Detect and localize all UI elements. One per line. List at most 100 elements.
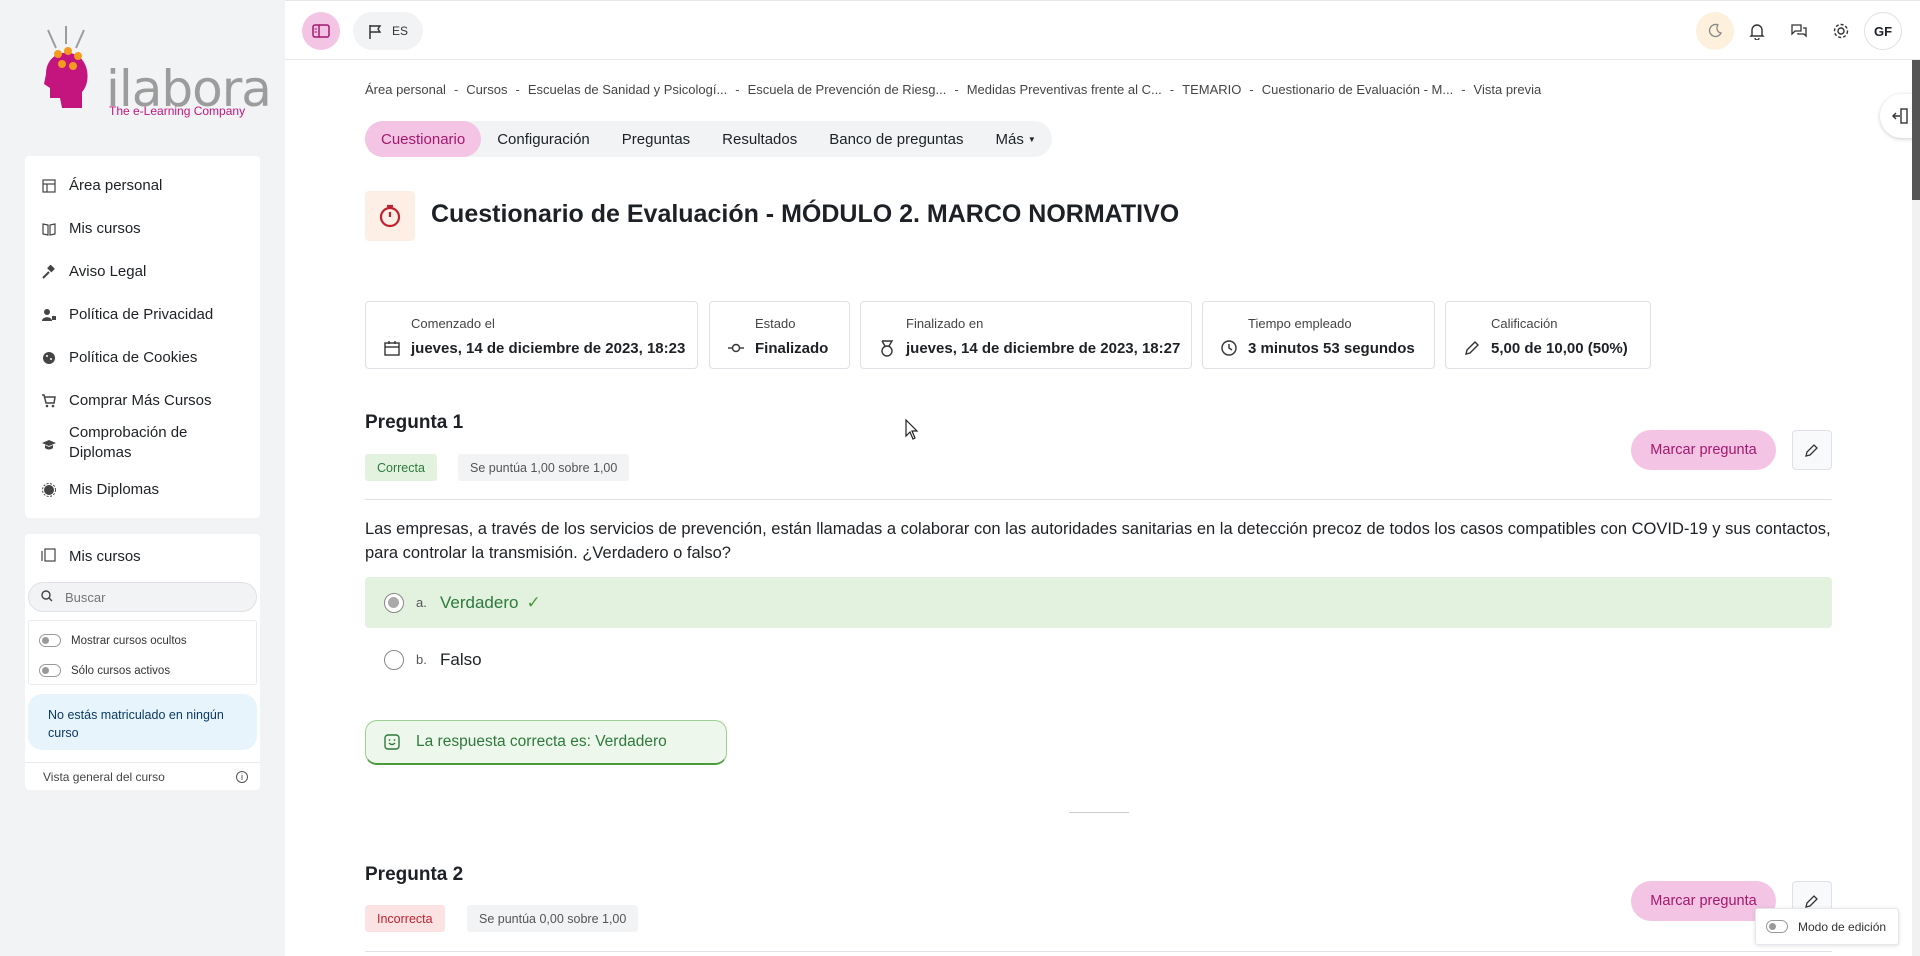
summary-value: jueves, 14 de diciembre de 2023, 18:27 bbox=[906, 340, 1181, 357]
question-1-option-b[interactable]: b. Falso bbox=[365, 634, 1832, 685]
question-1-text: Las empresas, a través de los servicios … bbox=[365, 520, 1831, 562]
question-1-status-badge: Correcta bbox=[365, 454, 437, 481]
nav-item-mis-cursos[interactable]: Mis cursos bbox=[25, 213, 260, 245]
summary-value: Finalizado bbox=[755, 340, 829, 357]
book-icon bbox=[41, 221, 57, 237]
feedback-text: La respuesta correcta es: Verdadero bbox=[416, 733, 667, 750]
filter-active-courses[interactable]: Sólo cursos activos bbox=[39, 664, 170, 677]
breadcrumb-separator: - bbox=[1169, 82, 1175, 97]
tab-configuracion[interactable]: Configuración bbox=[481, 121, 606, 157]
calendar-icon bbox=[383, 339, 401, 357]
search-icon bbox=[41, 589, 55, 605]
toggle-switch[interactable] bbox=[1766, 920, 1788, 933]
tab-mas[interactable]: Más ▼ bbox=[980, 121, 1052, 157]
option-text: Falso bbox=[440, 649, 482, 669]
option-text: Verdadero bbox=[440, 592, 519, 612]
question-1-score-badge: Se puntúa 1,00 sobre 1,00 bbox=[458, 454, 630, 481]
radio-button-checked[interactable] bbox=[384, 592, 404, 613]
edit-mode-label: Modo de edición bbox=[1798, 919, 1887, 934]
tab-cuestionario[interactable]: Cuestionario bbox=[365, 121, 482, 157]
quiz-activity-icon bbox=[365, 191, 415, 241]
breadcrumb-item[interactable]: Cuestionario de Evaluación - M... bbox=[1262, 82, 1453, 97]
ilabora-logo[interactable]: ilabora The e-Learning Company bbox=[38, 26, 272, 126]
smile-icon bbox=[384, 734, 400, 750]
tab-mas-label: Más bbox=[995, 130, 1024, 148]
gear-icon bbox=[1833, 23, 1849, 39]
breadcrumb-item[interactable]: Escuelas de Sanidad y Psicologí... bbox=[528, 82, 727, 97]
nav-item-label: Comprar Más Cursos bbox=[69, 392, 212, 409]
summary-label: Tiempo empleado bbox=[1248, 316, 1352, 331]
sidebar-toggle-button[interactable] bbox=[302, 12, 340, 50]
breadcrumb-item[interactable]: Cursos bbox=[466, 82, 507, 97]
course-filters: Mostrar cursos ocultos Sólo cursos activ… bbox=[28, 620, 257, 685]
quiz-secondary-nav: Cuestionario Configuración Preguntas Res… bbox=[365, 121, 1052, 157]
breadcrumb-item[interactable]: TEMARIO bbox=[1182, 82, 1241, 97]
nav-item-label: Aviso Legal bbox=[69, 263, 147, 280]
edit-question-1-button[interactable] bbox=[1792, 430, 1832, 470]
messages-button[interactable] bbox=[1780, 12, 1818, 50]
gavel-icon bbox=[41, 264, 57, 280]
summary-value: 3 minutos 53 segundos bbox=[1248, 340, 1415, 357]
edit-mode-switch[interactable]: Modo de edición bbox=[1755, 908, 1899, 945]
question-divider bbox=[365, 951, 1832, 952]
tab-banco-preguntas[interactable]: Banco de preguntas bbox=[813, 121, 979, 157]
course-search[interactable] bbox=[28, 582, 257, 612]
nav-item-aviso-legal[interactable]: Aviso Legal bbox=[25, 256, 260, 288]
toggle-switch[interactable] bbox=[39, 664, 61, 677]
chat-icon bbox=[1791, 24, 1807, 38]
bell-icon bbox=[1749, 23, 1765, 40]
pencil-icon bbox=[1463, 339, 1481, 357]
scrollbar-thumb[interactable] bbox=[1912, 60, 1920, 200]
summary-value: jueves, 14 de diciembre de 2023, 18:23 bbox=[411, 340, 686, 357]
dark-mode-toggle[interactable] bbox=[1696, 12, 1734, 50]
nav-item-cookies[interactable]: Política de Cookies bbox=[25, 342, 260, 374]
nav-item-mis-diplomas[interactable]: Mis Diplomas bbox=[25, 474, 260, 506]
summary-label: Estado bbox=[755, 316, 796, 331]
toggle-switch[interactable] bbox=[39, 634, 61, 647]
option-letter: b. bbox=[416, 652, 427, 667]
dashboard-icon bbox=[41, 178, 57, 194]
cookie-icon bbox=[41, 350, 57, 366]
breadcrumb-item[interactable]: Área personal bbox=[365, 82, 446, 97]
question-1-option-a[interactable]: a. Verdadero ✓ bbox=[365, 577, 1832, 628]
course-overview-link[interactable]: Vista general del curso i bbox=[25, 762, 260, 790]
nav-item-comprar-cursos[interactable]: Comprar Más Cursos bbox=[25, 385, 260, 417]
summary-state: Estado Finalizado bbox=[709, 301, 850, 369]
nav-item-label: Política de Privacidad bbox=[69, 306, 214, 323]
radio-button[interactable] bbox=[384, 649, 404, 670]
question-2-score-badge: Se puntúa 0,00 sobre 1,00 bbox=[467, 905, 639, 932]
language-code: ES bbox=[391, 24, 408, 38]
nav-item-label: Mis Diplomas bbox=[69, 481, 160, 498]
user-lock-icon bbox=[41, 307, 57, 323]
nav-item-area-personal[interactable]: Área personal bbox=[25, 170, 260, 202]
filter-hidden-courses[interactable]: Mostrar cursos ocultos bbox=[39, 634, 187, 647]
correct-answer-feedback: La respuesta correcta es: Verdadero bbox=[365, 720, 727, 765]
summary-time-spent: Tiempo empleado 3 minutos 53 segundos bbox=[1202, 301, 1435, 369]
main-navigation: Área personal Mis cursos Aviso Legal Pol… bbox=[25, 156, 260, 518]
nav-item-privacidad[interactable]: Política de Privacidad bbox=[25, 299, 260, 331]
tab-preguntas[interactable]: Preguntas bbox=[606, 121, 706, 157]
cart-icon bbox=[41, 393, 57, 409]
page-title: Cuestionario de Evaluación - MÓDULO 2. M… bbox=[431, 200, 1180, 228]
summary-label: Comenzado el bbox=[411, 316, 495, 331]
question-1-title: Pregunta 1 bbox=[365, 412, 464, 433]
language-selector[interactable]: ES bbox=[353, 12, 423, 50]
logo-tagline: The e-Learning Company bbox=[109, 104, 246, 118]
breadcrumb-separator: - bbox=[1249, 82, 1254, 97]
top-navbar: ES GF bbox=[285, 0, 1920, 60]
user-avatar[interactable]: GF bbox=[1864, 12, 1902, 50]
tab-resultados[interactable]: Resultados bbox=[706, 121, 813, 157]
course-search-input[interactable] bbox=[65, 589, 245, 605]
breadcrumb-item[interactable]: Medidas Preventivas frente al C... bbox=[967, 82, 1162, 97]
flag-question-1-button[interactable]: Marcar pregunta bbox=[1631, 430, 1776, 470]
breadcrumb-separator: - bbox=[1461, 82, 1466, 97]
clock-icon bbox=[1220, 339, 1238, 357]
nav-item-comprobacion-diplomas[interactable]: Comprobación de Diplomas bbox=[25, 423, 260, 467]
breadcrumb-separator: - bbox=[954, 82, 959, 97]
summary-started: Comenzado el jueves, 14 de diciembre de … bbox=[365, 301, 698, 369]
info-icon[interactable]: i bbox=[236, 770, 248, 783]
notifications-button[interactable] bbox=[1738, 12, 1776, 50]
settings-button[interactable] bbox=[1822, 12, 1860, 50]
breadcrumb-item[interactable]: Escuela de Prevención de Riesg... bbox=[748, 82, 947, 97]
stopwatch-icon bbox=[379, 204, 401, 228]
